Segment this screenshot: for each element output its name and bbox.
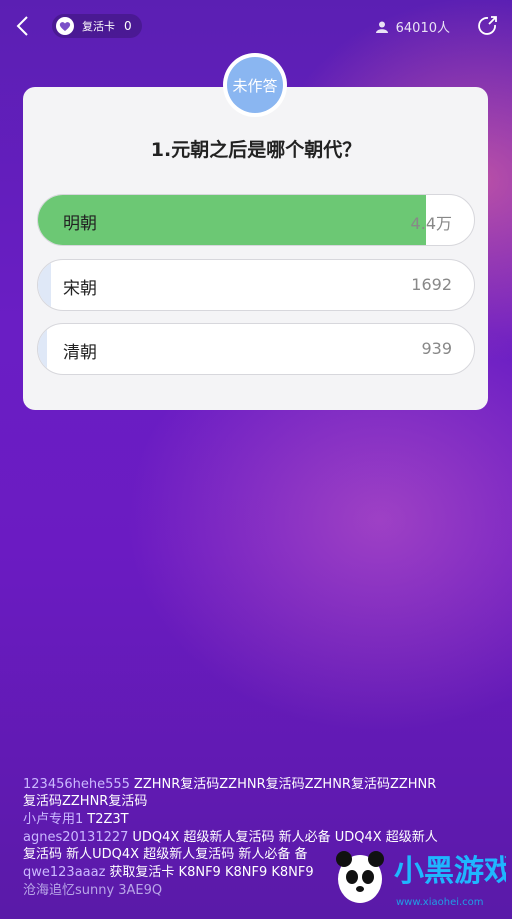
comment-user: agnes20131227 <box>23 830 129 845</box>
revive-card-count: 0 <box>124 19 132 33</box>
comment-user: qwe123aaaz <box>23 865 106 880</box>
answer-label: 宋朝 <box>63 279 97 299</box>
share-icon[interactable] <box>476 15 498 37</box>
watermark-brand: 小黑游戏 <box>394 854 506 889</box>
answer-count: 4.4万 <box>410 214 452 233</box>
comment-user: 小卢专用1 <box>23 812 84 827</box>
comment-text: 3AE9Q <box>118 883 163 898</box>
answer-option-3[interactable]: 清朝 939 <box>37 323 475 375</box>
watermark-url: www.xiaohei.com <box>396 897 484 908</box>
online-counter: 64010人 <box>375 17 450 36</box>
answer-bar-fill <box>38 260 52 310</box>
comment-user: 123456hehe555 <box>23 777 130 792</box>
status-badge: 未作答 <box>223 53 287 117</box>
top-bar: 复活卡 0 64010人 <box>0 0 512 52</box>
comment-user: 沧海追忆sunny <box>23 883 115 898</box>
answer-option-1[interactable]: 明朝 4.4万 <box>37 194 475 246</box>
status-badge-label: 未作答 <box>227 57 283 113</box>
watermark-logo: 小黑游戏 www.xiaohei.com <box>336 851 506 908</box>
revive-card-label: 复活卡 <box>82 20 115 33</box>
answer-label: 明朝 <box>63 214 97 234</box>
answer-option-2[interactable]: 宋朝 1692 <box>37 259 475 311</box>
user-icon <box>375 21 388 33</box>
answer-count: 1692 <box>411 275 452 294</box>
answer-label: 清朝 <box>63 343 97 363</box>
comment-text: 获取复活卡 K8NF9 K8NF9 K8NF9 <box>109 865 314 880</box>
answer-bar-fill <box>38 324 47 374</box>
comment-item: 小卢专用1 T2Z3T <box>23 811 443 828</box>
back-arrow-icon[interactable] <box>12 14 36 38</box>
comment-text: T2Z3T <box>87 812 129 827</box>
question-text: 1.元朝之后是哪个朝代？ <box>150 139 362 161</box>
online-count: 64010人 <box>395 21 450 36</box>
comment-item: 123456hehe555 ZZHNR复活码ZZHNR复活码ZZHNR复活码ZZH… <box>23 776 443 810</box>
answer-count: 939 <box>421 339 452 358</box>
revive-card-pill[interactable]: 复活卡 0 <box>52 14 142 38</box>
heart-icon <box>56 17 74 35</box>
